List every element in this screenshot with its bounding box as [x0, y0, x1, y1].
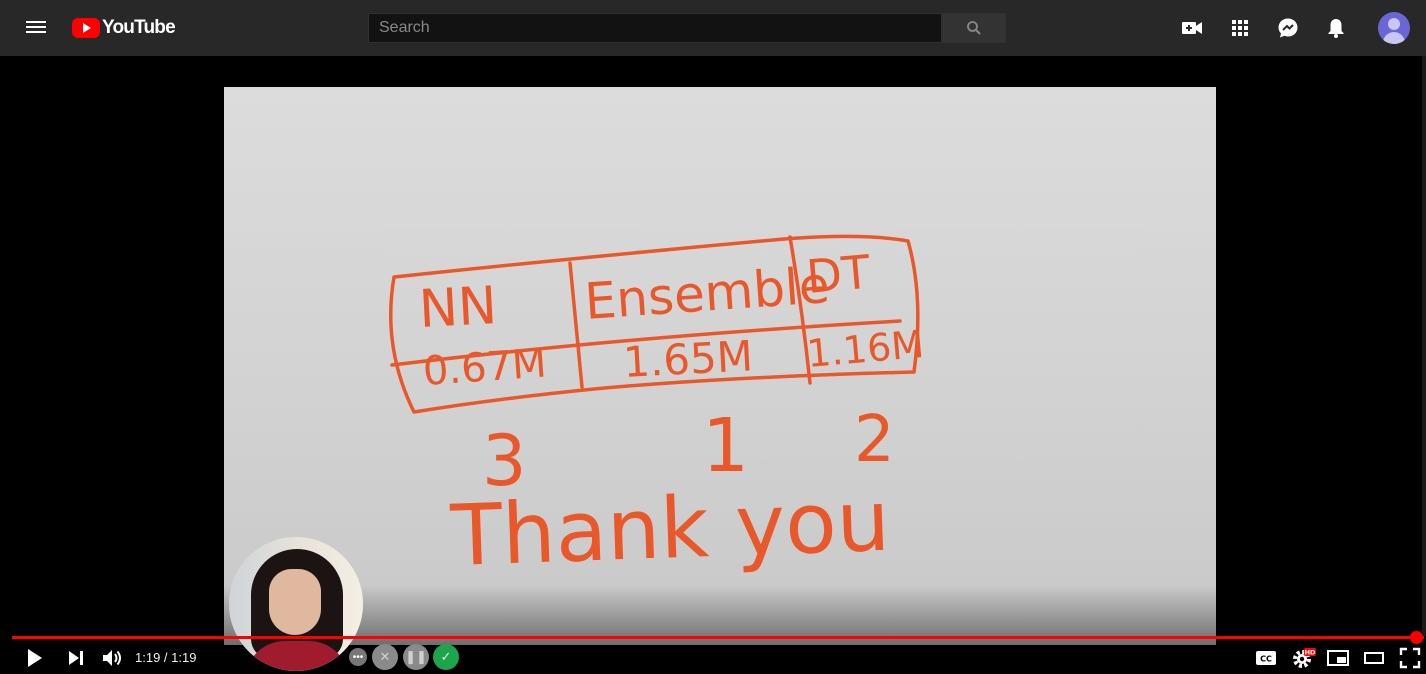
- hd-badge-label: HD: [1305, 649, 1316, 657]
- recorder-done-button[interactable]: ✓: [433, 644, 459, 670]
- avatar-head-shape: [1388, 18, 1400, 30]
- value-nn: 0.67M: [421, 340, 547, 395]
- notifications-bell-icon[interactable]: [1324, 16, 1348, 40]
- time-display: 1:19 / 1:19: [135, 650, 197, 665]
- rank-dt: 2: [854, 403, 895, 477]
- create-video-icon[interactable]: [1180, 16, 1204, 40]
- play-icon[interactable]: [22, 646, 46, 670]
- settings-icon[interactable]: HD: [1290, 646, 1316, 670]
- recorder-close-button[interactable]: ✕: [372, 644, 398, 670]
- captions-icon[interactable]: CC: [1254, 646, 1278, 670]
- menu-icon[interactable]: [24, 18, 48, 38]
- header-nn: NN: [418, 276, 499, 340]
- masthead: YouTube Search: [0, 0, 1426, 56]
- messages-icon[interactable]: [1276, 16, 1300, 40]
- progress-scrubber[interactable]: [1410, 631, 1423, 644]
- webcam-bubble[interactable]: [229, 537, 363, 671]
- closing-text: Thank you: [448, 472, 891, 585]
- miniplayer-icon[interactable]: [1326, 646, 1350, 670]
- theater-mode-icon[interactable]: [1362, 646, 1386, 670]
- page-scrollbar[interactable]: [1422, 56, 1426, 636]
- next-icon[interactable]: [64, 646, 88, 670]
- logo-text: YouTube: [102, 17, 176, 38]
- whiteboard-drawing: NN Ensemble DT 0.67M 1.65M 1.16M 3 1 2 T…: [389, 234, 926, 585]
- account-avatar[interactable]: [1378, 12, 1410, 44]
- search-input[interactable]: Search: [368, 13, 942, 43]
- recorder-pause-button[interactable]: ❚❚: [403, 644, 429, 670]
- recorder-more-button[interactable]: •••: [349, 648, 367, 666]
- volume-icon[interactable]: [100, 646, 124, 670]
- progress-bar[interactable]: [12, 636, 1424, 639]
- search-icon: [967, 21, 981, 35]
- table-col-divider-1: [568, 261, 584, 389]
- search-button[interactable]: [942, 13, 1006, 43]
- avatar-body-shape: [1383, 32, 1405, 44]
- webcam-face-shape: [269, 569, 321, 635]
- search-placeholder: Search: [379, 19, 430, 36]
- value-dt: 1.16M: [805, 322, 926, 376]
- header-ensemble: Ensemble: [583, 256, 832, 331]
- value-ensemble: 1.65M: [622, 331, 754, 387]
- header-dt: DT: [804, 245, 873, 304]
- fullscreen-icon[interactable]: [1398, 646, 1422, 670]
- svg-text:CC: CC: [1260, 655, 1272, 664]
- youtube-logo[interactable]: YouTube: [72, 16, 176, 40]
- video-frame-whiteboard[interactable]: NN Ensemble DT 0.67M 1.65M 1.16M 3 1 2 T…: [224, 87, 1216, 645]
- apps-grid-icon[interactable]: [1228, 16, 1252, 40]
- youtube-play-logo-icon: [72, 18, 100, 38]
